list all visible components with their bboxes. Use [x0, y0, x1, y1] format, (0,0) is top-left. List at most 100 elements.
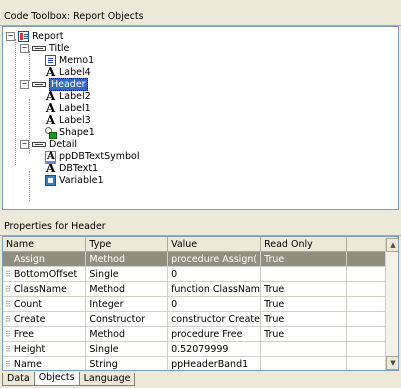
property-readonly-cell: True — [260, 296, 347, 312]
tree-node-label: Report — [32, 30, 64, 42]
band-icon — [32, 141, 46, 147]
tree-node-label: Variable1 — [59, 174, 104, 186]
grid-header-row: Name Type Value Read Only — [3, 237, 398, 252]
property-readonly-cell: True — [260, 281, 347, 297]
tree-connector — [15, 39, 16, 165]
property-name-cell[interactable]: ⠿ BottomOffset — [3, 266, 87, 282]
memo-icon — [45, 54, 56, 66]
property-name-cell[interactable]: ⠿ Height — [3, 341, 87, 357]
band-icon — [32, 81, 46, 87]
table-row[interactable]: ⠿ ClassName Method function ClassNam True — [3, 281, 398, 297]
tree-node-variable1[interactable]: Variable1 — [45, 174, 104, 186]
tree-node-label: Memo1 — [59, 54, 95, 66]
band-icon — [32, 45, 46, 51]
table-row[interactable]: ⠿ Height Single 0.52079999 — [3, 341, 398, 357]
property-value-cell[interactable]: ppHeaderBand1 — [167, 356, 262, 370]
property-name-cell[interactable]: ⠿ Free — [3, 326, 87, 342]
collapse-icon[interactable]: − — [20, 139, 29, 149]
tree-connector — [29, 171, 30, 201]
label-icon: A — [45, 88, 56, 103]
property-value-cell[interactable]: 0 — [167, 296, 262, 312]
grip-icon: ⠿ — [5, 269, 11, 279]
property-type-cell: Method — [85, 251, 169, 267]
property-name-cell[interactable]: ⠿ Count — [3, 296, 87, 312]
collapse-icon[interactable]: − — [20, 43, 29, 53]
property-readonly-cell — [260, 356, 347, 370]
grip-icon: ⠿ — [5, 254, 11, 264]
dbtext-icon: A — [45, 160, 56, 175]
table-row[interactable]: ⠿ Free Method procedure Free True — [3, 326, 398, 342]
property-value-cell[interactable]: 0 — [167, 266, 262, 282]
property-type-cell: String — [85, 356, 169, 370]
tree-node-dbtext1[interactable]: A DBText1 — [45, 160, 98, 175]
property-value-cell[interactable]: procedure Assign( — [167, 251, 262, 267]
variable-icon — [45, 174, 56, 186]
tree-node-shape1[interactable]: Shape1 — [45, 126, 95, 139]
property-type-cell: Single — [85, 266, 169, 282]
property-readonly-cell — [260, 341, 347, 357]
label-icon: A — [45, 64, 56, 79]
tree-connector — [29, 51, 30, 81]
object-tree[interactable]: − Report − Title Memo1 A Label4 − Header… — [2, 26, 399, 210]
property-type-cell: Method — [85, 326, 169, 342]
tree-node-label4[interactable]: A Label4 — [45, 66, 91, 78]
property-readonly-cell: True — [260, 251, 347, 267]
tree-node-label: Label2 — [59, 90, 91, 102]
label-icon: A — [45, 100, 56, 115]
column-header-value[interactable]: Value — [167, 237, 262, 252]
tree-node-label: Label1 — [59, 102, 91, 114]
tree-node-label: ppDBTextSymbol — [59, 150, 140, 162]
tree-node-label: Detail — [49, 138, 77, 150]
report-icon — [18, 30, 29, 42]
vertical-scrollbar[interactable]: ▲ ▼ — [385, 238, 398, 370]
tree-panel-title: Code Toolbox: Report Objects — [0, 8, 401, 26]
property-name-cell[interactable]: ⠿ Name — [3, 356, 87, 370]
properties-grid[interactable]: Name Type Value Read Only ⠿ Assign Method… — [2, 236, 399, 371]
grip-icon: ⠿ — [5, 299, 11, 309]
property-type-cell: Integer — [85, 296, 169, 312]
table-row[interactable]: ⠿ Name String ppHeaderBand1 — [3, 356, 398, 370]
property-name-cell[interactable]: ⠿ ClassName — [3, 281, 87, 297]
table-row[interactable]: ⠿ Create Constructor constructor Create T… — [3, 311, 398, 327]
property-value-cell[interactable]: 0.52079999 — [167, 341, 262, 357]
table-row[interactable]: ⠿ Count Integer 0 True — [3, 296, 398, 312]
property-type-cell: Constructor — [85, 311, 169, 327]
tab-data[interactable]: Data — [2, 373, 35, 386]
table-row[interactable]: ⠿ BottomOffset Single 0 — [3, 266, 398, 282]
tree-node-label: Title — [49, 42, 70, 54]
grip-icon: ⠿ — [5, 359, 11, 369]
scroll-down-icon[interactable]: ▼ — [386, 356, 398, 370]
tab-bar: Data Objects Language — [2, 372, 136, 386]
table-row[interactable]: ⠿ Assign Method procedure Assign( True — [3, 251, 398, 267]
collapse-icon[interactable]: − — [20, 79, 29, 89]
property-value-cell[interactable]: procedure Free — [167, 326, 262, 342]
tab-objects[interactable]: Objects — [33, 372, 80, 386]
grip-icon: ⠿ — [5, 314, 11, 324]
tree-node-label3[interactable]: A Label3 — [45, 114, 91, 126]
scroll-up-icon[interactable]: ▲ — [386, 238, 398, 252]
properties-panel-title: Properties for Header — [0, 218, 401, 236]
collapse-icon[interactable]: − — [6, 31, 15, 41]
tab-language[interactable]: Language — [78, 373, 136, 386]
property-value-cell[interactable]: constructor Create — [167, 311, 262, 327]
tree-node-ppdbtextsymbol[interactable]: ppDBTextSymbol — [45, 150, 140, 162]
column-header-readonly[interactable]: Read Only — [260, 237, 347, 252]
column-header-type[interactable]: Type — [85, 237, 169, 252]
tree-node-label: Label4 — [59, 66, 91, 78]
grip-icon: ⠿ — [5, 344, 11, 354]
shape-icon — [45, 126, 57, 139]
property-type-cell: Single — [85, 341, 169, 357]
grip-icon: ⠿ — [5, 329, 11, 339]
label-icon: A — [45, 112, 56, 127]
property-readonly-cell: True — [260, 326, 347, 342]
property-value-cell[interactable]: function ClassNam — [167, 281, 262, 297]
tree-node-detail[interactable]: − Detail — [20, 138, 77, 150]
tree-node-title[interactable]: − Title — [20, 42, 69, 54]
property-name-cell[interactable]: ⠿ Create — [3, 311, 87, 327]
tree-node-report[interactable]: − Report — [6, 30, 64, 42]
property-readonly-cell — [260, 266, 347, 282]
property-type-cell: Method — [85, 281, 169, 297]
tree-node-label: Label3 — [59, 114, 91, 126]
property-name-cell[interactable]: ⠿ Assign — [3, 251, 87, 267]
column-header-name[interactable]: Name — [3, 237, 87, 252]
